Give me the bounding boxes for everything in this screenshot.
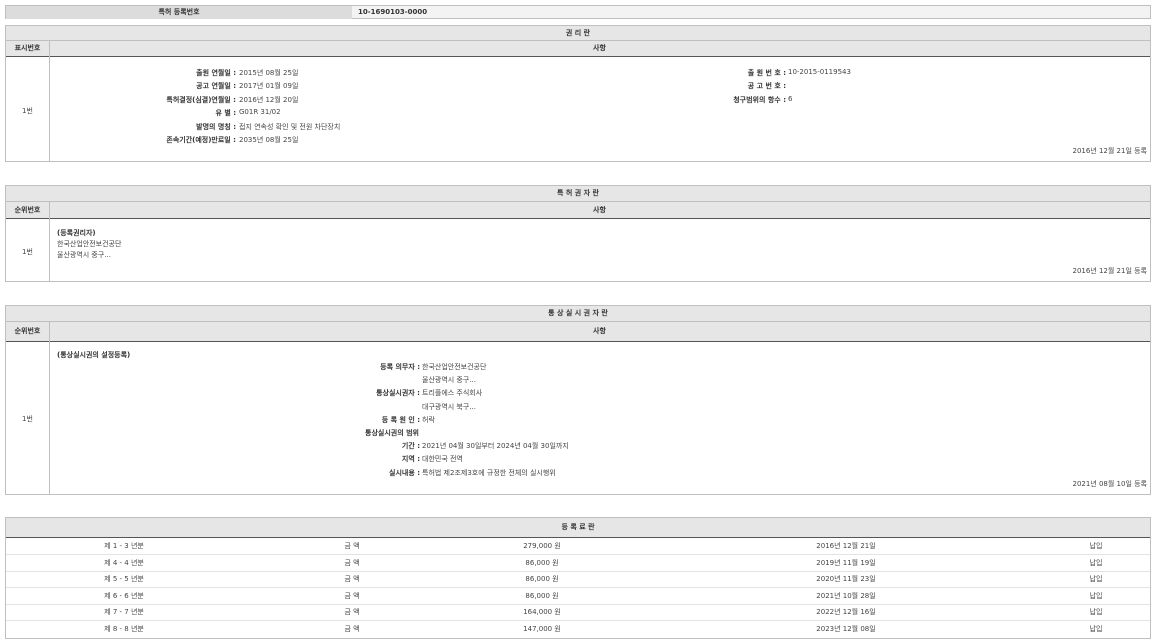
owners-title: 특 허 권 자 란 (6, 186, 1150, 201)
fee-year: 제 8 - 8 년분 (6, 621, 242, 637)
owners-heading: (등록권리자) (57, 228, 96, 238)
fee-year: 제 1 - 3 년분 (6, 538, 242, 554)
license-field-value: 특허법 제2조제3호에 규정한 전체의 실시행위 (422, 468, 556, 478)
rights-field-value: 접지 연속성 확인 및 전원 차단장치 (239, 122, 340, 132)
license-col-item: 사항 (49, 322, 1150, 341)
rights-col-item: 사항 (49, 41, 1150, 56)
license-field-value: 울산광역시 중구... (422, 375, 476, 385)
rights-field-label: 유 별 : (6, 108, 236, 118)
owners-line-1: 한국산업안전보건공단 (57, 239, 121, 249)
owners-date: 2016년 12월 21일 등록 (1072, 266, 1147, 276)
registration-number-label: 특허 등록번호 (6, 6, 352, 19)
fee-status: 납입 (1046, 621, 1146, 637)
fee-kind: 금 액 (242, 571, 462, 587)
rights-field-value: 10-2015-0119543 (788, 68, 851, 76)
fee-date: 2020년 11월 23일 (746, 571, 946, 587)
owners-col-item: 사항 (49, 202, 1150, 218)
rights-field-label: 특허결정(심결)연월일 : (6, 95, 236, 105)
fee-row: 제 8 - 8 년분금 액147,000 원 2023년 12월 08일 납입 (6, 621, 1150, 637)
license-field-label: 실시내용 : (6, 468, 420, 478)
fee-status: 납입 (1046, 604, 1146, 620)
owners-line-2: 울산광역시 중구... (57, 250, 111, 260)
license-field-value: 2021년 04월 30일부터 2024년 04월 30일까지 (422, 441, 569, 451)
license-field-value: 허락 (422, 415, 435, 425)
license-title: 통 상 실 시 권 자 란 (6, 306, 1150, 321)
fee-date: 2022년 12월 16일 (746, 604, 946, 620)
license-field-value: 대구광역시 북구... (422, 402, 476, 412)
fee-year: 제 7 - 7 년분 (6, 604, 242, 620)
rights-field-label: 출 원 번 호 : (506, 68, 786, 78)
license-field-label: 지역 : (6, 454, 420, 464)
fee-kind: 금 액 (242, 555, 462, 571)
fee-date: 2021년 10월 28일 (746, 588, 946, 604)
fee-kind: 금 액 (242, 621, 462, 637)
owners-row-no: 1번 (6, 247, 49, 257)
rights-field-value: 2016년 12월 20일 (239, 95, 298, 105)
fee-kind: 금 액 (242, 538, 462, 554)
license-field-label: 기간 : (6, 441, 420, 451)
rights-field-value: 2017년 01월 09일 (239, 81, 298, 91)
license-field-value: 대한민국 전역 (422, 454, 463, 464)
rights-field-label: 공고 연월일 : (6, 81, 236, 91)
fee-date: 2023년 12월 08일 (746, 621, 946, 637)
license-field-label: 통상실시권의 범위 (6, 428, 419, 438)
fee-status: 납입 (1046, 588, 1146, 604)
license-section: 통 상 실 시 권 자 란 순위번호 사항 1번 (통상실시권의 설정등록) 등… (5, 305, 1151, 495)
fee-amount: 86,000 원 (462, 555, 622, 571)
fee-status: 납입 (1046, 571, 1146, 587)
rights-field-label: 공 고 번 호 : (506, 81, 786, 91)
fee-amount: 86,000 원 (462, 588, 622, 604)
fees-section: 등 록 료 란 제 1 - 3 년분금 액279,000 원2016년 12월 … (5, 517, 1151, 639)
license-field-value: 트리플에스 주식회사 (422, 388, 482, 398)
fee-date: 2019년 11월 19일 (746, 555, 946, 571)
rights-field-label: 발명의 명칭 : (6, 122, 236, 132)
fee-status: 납입 (1046, 555, 1146, 571)
rights-col-no: 표시번호 (6, 41, 49, 56)
fee-year: 제 5 - 5 년분 (6, 571, 242, 587)
license-field-value: 한국산업안전보건공단 (422, 362, 486, 372)
fee-row: 제 4 - 4 년분금 액86,000 원 2019년 11월 19일 납입 (6, 555, 1150, 571)
fee-row: 제 1 - 3 년분금 액279,000 원 2016년 12월 21일 납입 (6, 538, 1150, 554)
fee-kind: 금 액 (242, 588, 462, 604)
license-heading: (통상실시권의 설정등록) (57, 350, 130, 360)
fee-year: 제 4 - 4 년분 (6, 555, 242, 571)
fee-amount: 86,000 원 (462, 571, 622, 587)
rights-field-label: 청구범위의 항수 : (506, 95, 786, 105)
fee-row: 제 6 - 6 년분금 액86,000 원 2021년 10월 28일 납입 (6, 588, 1150, 604)
rights-field-value: 2015년 08월 25일 (239, 68, 298, 78)
fee-row: 제 5 - 5 년분금 액86,000 원 2020년 11월 23일 납입 (6, 571, 1150, 587)
owners-col-no: 순위번호 (6, 202, 49, 218)
fee-status: 납입 (1046, 538, 1146, 554)
registration-number-value: 10-1690103-0000 (358, 6, 427, 19)
license-col-no: 순위번호 (6, 322, 49, 341)
fee-row: 제 7 - 7 년분금 액164,000 원 2022년 12월 16일 납입 (6, 604, 1150, 620)
license-field-label: 통상실시권자 : (6, 388, 420, 398)
fee-amount: 279,000 원 (462, 538, 622, 554)
fee-kind: 금 액 (242, 604, 462, 620)
rights-section: 권 리 란 표시번호 사항 1번 출원 연월일 :2015년 08월 25일공고… (5, 25, 1151, 162)
rights-field-label: 출원 연월일 : (6, 68, 236, 78)
rights-title: 권 리 란 (6, 26, 1150, 40)
rights-field-value: G01R 31/02 (239, 108, 281, 116)
license-date: 2021년 08월 10일 등록 (1072, 479, 1147, 489)
fees-title: 등 록 료 란 (6, 518, 1150, 537)
fee-amount: 164,000 원 (462, 604, 622, 620)
rights-field-label: 존속기간(예정)만료일 : (6, 135, 236, 145)
rights-field-value: 2035년 08월 25일 (239, 135, 298, 145)
fee-date: 2016년 12월 21일 (746, 538, 946, 554)
license-field-label: 등록 의무자 : (6, 362, 420, 372)
owners-section: 특 허 권 자 란 순위번호 사항 1번 (등록권리자) 한국산업안전보건공단 … (5, 185, 1151, 282)
license-field-label: 등 록 원 인 : (6, 415, 420, 425)
rights-field-value: 6 (788, 95, 792, 103)
rights-date: 2016년 12월 21일 등록 (1072, 146, 1147, 156)
registration-number-bar: 특허 등록번호 10-1690103-0000 (5, 5, 1151, 19)
fee-year: 제 6 - 6 년분 (6, 588, 242, 604)
fee-amount: 147,000 원 (462, 621, 622, 637)
